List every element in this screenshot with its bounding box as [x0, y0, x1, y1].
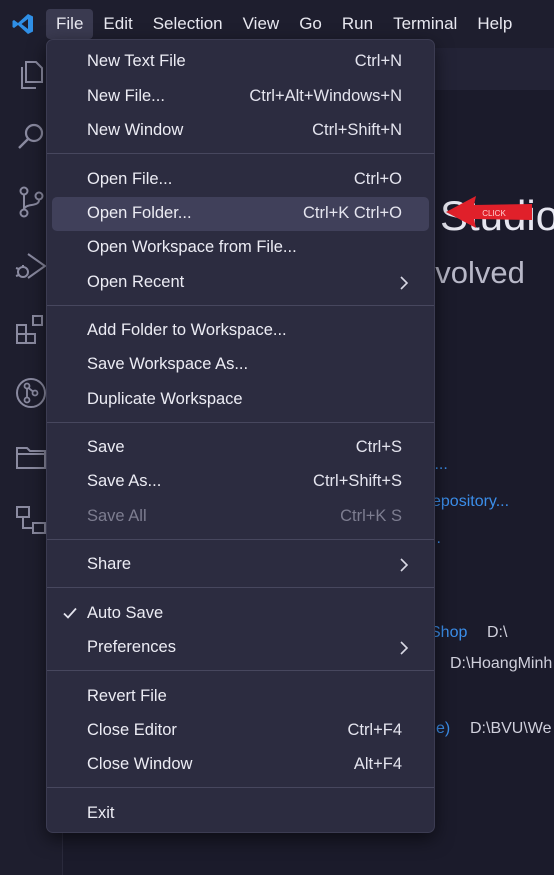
source-control-icon[interactable] — [14, 185, 48, 219]
remote-icon[interactable] — [14, 376, 48, 410]
menu-item-label: New File... — [87, 87, 165, 105]
menu-separator — [47, 539, 434, 540]
menu-separator — [47, 670, 434, 671]
menu-run[interactable]: Run — [332, 9, 383, 39]
menu-item-label: Save — [87, 438, 125, 456]
menu-item-save-as[interactable]: Save As... Ctrl+Shift+S — [52, 465, 429, 499]
menu-item-label: Save All — [87, 507, 147, 525]
recent-item-1-name[interactable]: Shop — [430, 624, 467, 642]
menu-item-label: Share — [87, 555, 132, 573]
chevron-right-icon — [397, 556, 411, 574]
menu-item-shortcut: Ctrl+S — [355, 438, 402, 456]
menu-item-label: Open Workspace from File... — [87, 238, 297, 256]
menu-edit[interactable]: Edit — [93, 9, 142, 39]
files-icon[interactable] — [14, 58, 48, 92]
menu-item-new-window[interactable]: New Window Ctrl+Shift+N — [52, 114, 429, 148]
menu-item-close-editor[interactable]: Close Editor Ctrl+F4 — [52, 714, 429, 748]
menu-item-label: Open Folder... — [87, 204, 192, 222]
menu-help[interactable]: Help — [467, 9, 522, 39]
file-menu-dropdown: New Text File Ctrl+N New File... Ctrl+Al… — [46, 39, 435, 833]
menu-separator — [47, 587, 434, 588]
menu-item-open-folder[interactable]: Open Folder... Ctrl+K Ctrl+O — [52, 197, 429, 231]
menu-item-save-all: Save All Ctrl+K S — [52, 500, 429, 534]
menu-separator — [47, 305, 434, 306]
menu-item-label: Add Folder to Workspace... — [87, 321, 287, 339]
chevron-right-icon — [397, 639, 411, 657]
menu-selection[interactable]: Selection — [143, 9, 233, 39]
menu-item-label: Save As... — [87, 472, 162, 490]
remote-explorer-icon[interactable] — [14, 503, 48, 537]
menu-item-shortcut: Ctrl+K S — [340, 507, 402, 525]
menu-item-label: Close Editor — [87, 721, 177, 739]
menu-file[interactable]: File — [46, 9, 94, 39]
recent-item-3-name[interactable]: e) — [436, 720, 450, 738]
menu-item-revert-file[interactable]: Revert File — [52, 680, 429, 714]
menu-item-shortcut: Ctrl+Shift+N — [312, 121, 402, 139]
menu-item-open-workspace[interactable]: Open Workspace from File... — [52, 231, 429, 265]
checkmark-icon — [62, 605, 78, 621]
menu-terminal[interactable]: Terminal — [383, 9, 467, 39]
menu-item-label: Revert File — [87, 687, 167, 705]
menu-view[interactable]: View — [233, 9, 290, 39]
menu-item-save-workspace-as[interactable]: Save Workspace As... — [52, 348, 429, 382]
menu-item-label: Duplicate Workspace — [87, 390, 243, 408]
menu-item-label: Close Window — [87, 755, 193, 773]
menu-item-label: Open File... — [87, 170, 173, 188]
arrow-label: CLICK — [482, 209, 506, 218]
menu-item-label: Save Workspace As... — [87, 355, 249, 373]
menu-separator — [47, 153, 434, 154]
menu-item-auto-save[interactable]: Auto Save — [52, 597, 429, 631]
menu-item-label: New Text File — [87, 52, 186, 70]
menu-item-shortcut: Ctrl+N — [354, 52, 402, 70]
recent-item-3-path: D:\BVU\We — [470, 720, 552, 737]
menu-item-label: Auto Save — [87, 604, 164, 622]
red-arrow-annotation: CLICK — [444, 192, 534, 232]
menu-item-shortcut: Ctrl+Alt+Windows+N — [249, 87, 402, 105]
menu-item-open-recent[interactable]: Open Recent — [52, 266, 429, 300]
menu-item-shortcut: Alt+F4 — [353, 755, 402, 773]
menu-item-shortcut: Ctrl+K Ctrl+O — [302, 204, 402, 222]
menu-item-label: New Window — [87, 121, 184, 139]
recent-item-1-path: D:\ — [487, 624, 508, 641]
menu-item-duplicate-workspace[interactable]: Duplicate Workspace — [52, 383, 429, 417]
menu-item-close-window[interactable]: Close Window Alt+F4 — [52, 748, 429, 782]
extensions-icon[interactable] — [14, 313, 48, 347]
folder-icon[interactable] — [14, 440, 48, 474]
menu-item-label: Open Recent — [87, 273, 185, 291]
menu-item-label: Exit — [87, 804, 115, 822]
menu-item-new-text-file[interactable]: New Text File Ctrl+N — [52, 45, 429, 79]
recent-item-2-path: D:\HoangMinh — [450, 655, 553, 672]
start-link-2[interactable]: epository... — [432, 493, 509, 511]
menu-item-add-folder-to-workspace[interactable]: Add Folder to Workspace... — [52, 314, 429, 348]
vscode-logo-icon — [0, 0, 46, 48]
menu-item-open-file[interactable]: Open File... Ctrl+O — [52, 163, 429, 197]
menu-item-preferences[interactable]: Preferences — [52, 631, 429, 665]
search-icon[interactable] — [14, 120, 48, 154]
menu-item-shortcut: Ctrl+O — [353, 170, 402, 188]
menu-item-save[interactable]: Save Ctrl+S — [52, 431, 429, 465]
menu-item-label: Preferences — [87, 638, 176, 656]
menu-item-shortcut: Ctrl+Shift+S — [313, 472, 402, 490]
menu-item-exit[interactable]: Exit — [52, 797, 429, 831]
chevron-right-icon — [397, 274, 411, 292]
menu-go[interactable]: Go — [289, 9, 332, 39]
menu-separator — [47, 787, 434, 788]
run-debug-icon[interactable] — [14, 250, 48, 284]
menu-item-share[interactable]: Share — [52, 548, 429, 582]
menu-item-shortcut: Ctrl+F4 — [347, 721, 402, 739]
menu-item-new-file[interactable]: New File... Ctrl+Alt+Windows+N — [52, 80, 429, 114]
menu-separator — [47, 422, 434, 423]
